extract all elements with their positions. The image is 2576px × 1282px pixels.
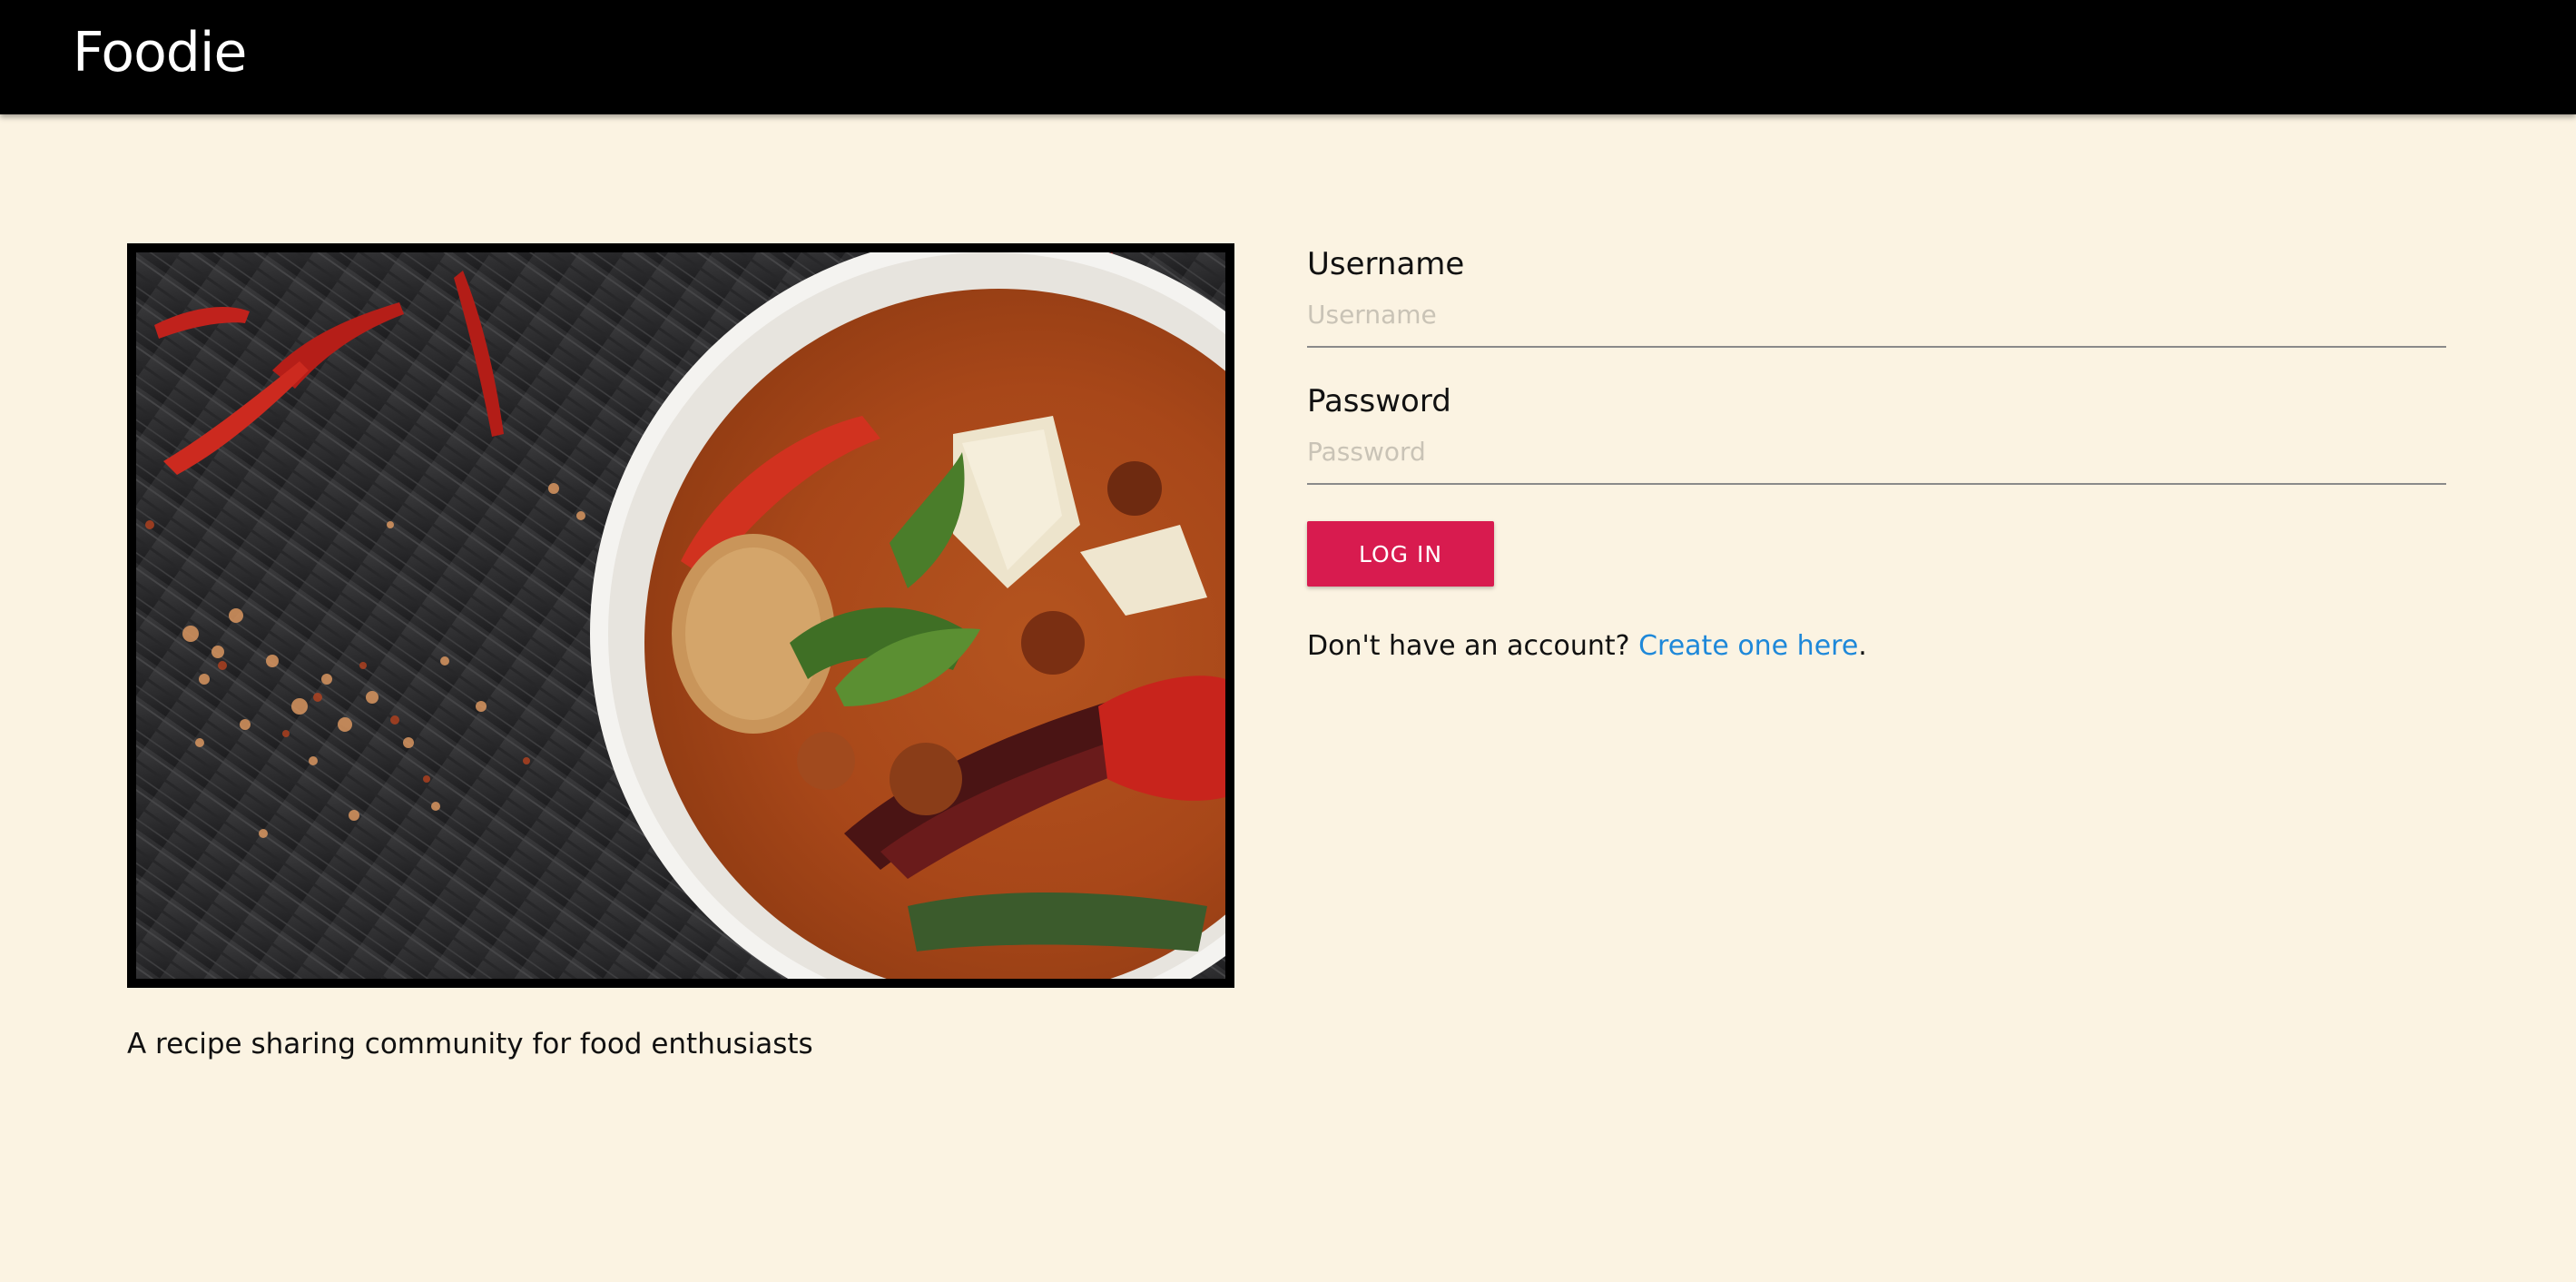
brand-logo[interactable]: Foodie (73, 16, 247, 89)
password-field-group: Password (1307, 379, 2446, 485)
username-label: Username (1307, 246, 1465, 282)
password-input[interactable] (1307, 424, 2446, 485)
hero-image-frame (127, 243, 1234, 988)
login-button[interactable]: LOG IN (1307, 521, 1494, 587)
password-label: Password (1307, 383, 1451, 419)
top-navbar: Foodie (0, 0, 2576, 114)
username-field-group: Username (1307, 242, 2446, 348)
signup-suffix: . (1858, 630, 1867, 662)
signup-prompt: Don't have an account? Create one here. (1307, 626, 2446, 666)
username-input[interactable] (1307, 287, 2446, 348)
signup-prefix: Don't have an account? (1307, 630, 1630, 662)
login-form: Username Password LOG IN Don't have an a… (1307, 242, 2446, 666)
create-account-link[interactable]: Create one here (1638, 630, 1858, 662)
tagline: A recipe sharing community for food enth… (127, 1028, 813, 1060)
hero-food-image (136, 252, 1225, 979)
